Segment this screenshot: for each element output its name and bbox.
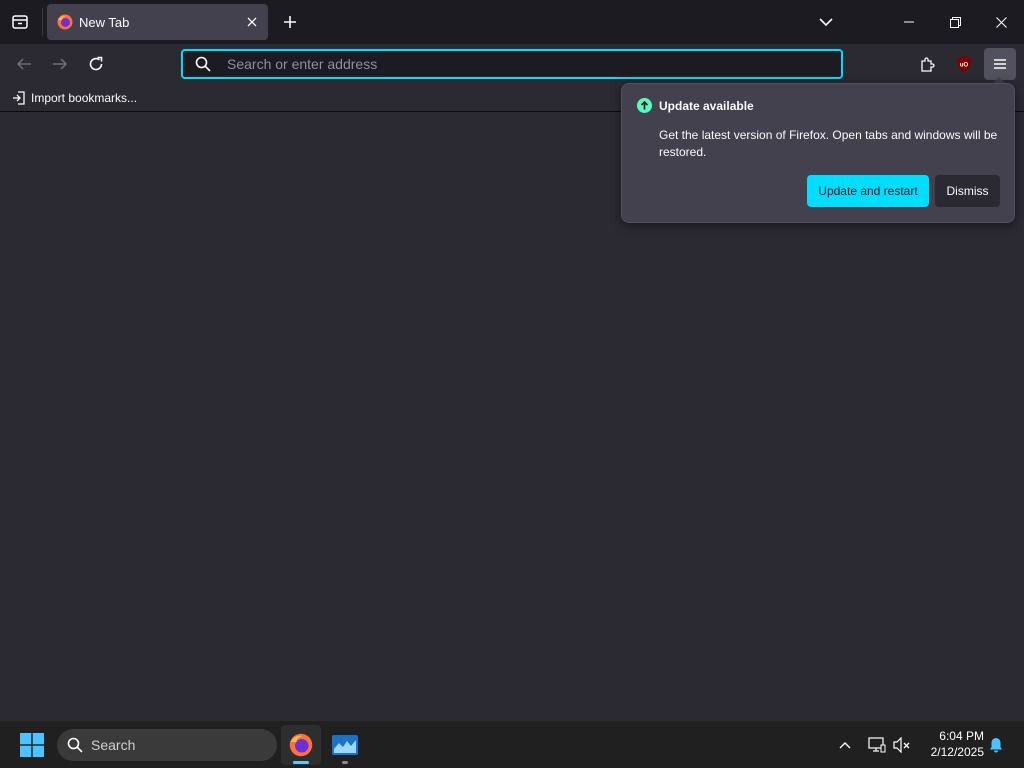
search-icon [67,737,83,753]
back-button[interactable] [8,48,40,80]
volume-button[interactable] [891,733,913,757]
tab-strip: New Tab [0,0,1024,44]
system-clock[interactable]: 6:04 PM 2/12/2025 [918,728,984,760]
plus-icon [284,16,296,28]
minimize-button[interactable] [886,0,932,44]
reload-button[interactable] [80,48,112,80]
app-window-icon [332,735,358,755]
app-menu-button[interactable] [984,48,1016,80]
hamburger-menu-icon [994,59,1006,69]
import-bookmarks-label: Import bookmarks... [31,91,138,105]
search-icon [195,56,211,72]
windows-start-icon [20,733,44,757]
notification-bell-icon [990,738,1002,753]
restore-icon [949,16,961,28]
update-notification-panel: Update available Get the latest version … [621,83,1015,223]
show-hidden-icons-button[interactable] [834,733,856,757]
reload-icon [89,56,103,71]
ublock-origin-button[interactable]: uO [948,48,980,80]
new-tab-button[interactable] [276,8,304,36]
tab-list-icon [12,15,28,29]
volume-muted-icon [893,737,910,753]
firefox-logo-icon [289,733,313,757]
taskbar: Search 6:04 PM 2/12/2025 [0,720,1024,768]
taskbar-app[interactable] [325,725,365,765]
tab-separator [42,8,43,36]
url-input[interactable] [223,51,841,77]
firefox-logo-icon [57,14,73,30]
tab-close-button[interactable] [240,10,264,34]
chevron-up-icon [839,742,851,749]
forward-button[interactable] [44,48,76,80]
navigation-toolbar: uO [0,44,1024,84]
minimize-icon [904,21,914,23]
taskbar-firefox[interactable] [281,725,321,765]
network-icon [868,737,886,753]
taskbar-search[interactable]: Search [57,729,277,761]
app-running-indicator [342,761,348,764]
list-all-tabs-button[interactable] [812,6,840,38]
back-arrow-icon [16,58,31,70]
firefox-view-button[interactable] [4,6,36,38]
window-close-icon [995,16,1007,28]
network-button[interactable] [866,733,888,757]
update-and-restart-button[interactable]: Update and restart [807,175,929,207]
firefox-running-indicator [293,761,309,764]
close-icon [247,17,257,27]
taskbar-search-label: Search [91,737,136,753]
import-bookmarks-button[interactable]: Import bookmarks... [8,87,141,109]
popup-title: Update available [659,98,754,113]
address-bar[interactable] [181,49,843,79]
svg-text:uO: uO [960,63,969,69]
dismiss-button[interactable]: Dismiss [935,175,1000,207]
chevron-down-icon [819,18,833,27]
clock-time: 6:04 PM [939,729,984,743]
update-arrow-icon [637,98,652,113]
start-button[interactable] [14,727,50,763]
extensions-button[interactable] [912,48,944,80]
restore-button[interactable] [932,0,978,44]
popup-message: Get the latest version of Firefox. Open … [659,128,998,159]
tab-title: New Tab [79,14,130,30]
address-bar-search [183,51,223,77]
clock-date: 2/12/2025 [930,745,984,759]
notification-center-button[interactable] [985,733,1007,757]
tab-new-tab[interactable]: New Tab [47,4,268,40]
extensions-icon [921,57,935,72]
ublock-icon: uO [957,56,971,72]
import-icon [13,91,25,105]
window-close-button[interactable] [978,0,1024,44]
popup-header: Update available [637,98,754,113]
forward-arrow-icon [53,58,68,70]
